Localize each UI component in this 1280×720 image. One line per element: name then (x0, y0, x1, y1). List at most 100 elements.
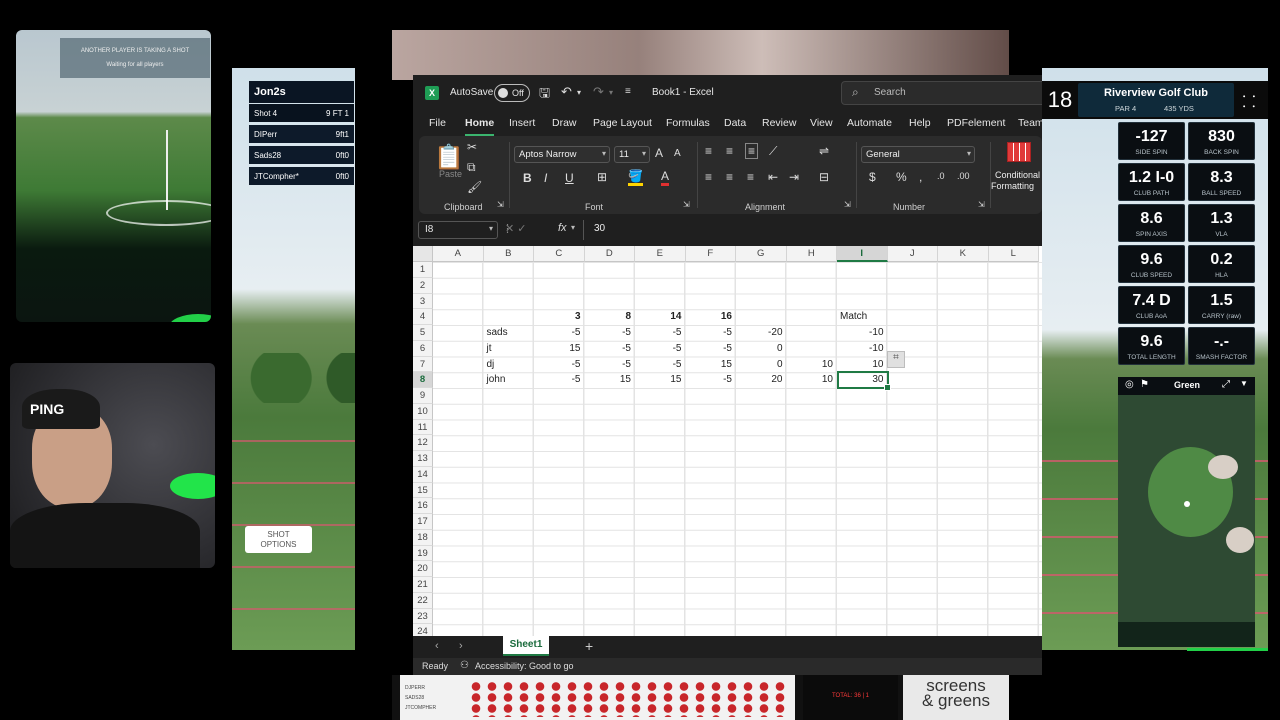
flag-icon[interactable]: ⚑ (1140, 379, 1149, 390)
cell-f8[interactable]: -5 (688, 372, 732, 388)
cell-h7[interactable]: 10 (789, 357, 833, 373)
insert-function-icon[interactable]: fx (558, 222, 567, 234)
cell-d4[interactable]: 8 (587, 309, 631, 325)
column-header-i[interactable]: I (837, 246, 888, 262)
chevron-down-icon[interactable]: ▼ (1240, 379, 1248, 388)
cell-f7[interactable]: 15 (688, 357, 732, 373)
row-header-17[interactable]: 17 (413, 514, 433, 530)
redo-icon[interactable]: ↷ (593, 84, 604, 100)
scroll-right-icon[interactable]: › (459, 640, 463, 652)
increase-decimal-icon[interactable]: .0 (937, 171, 945, 181)
autosave-toggle[interactable]: Off (494, 84, 530, 102)
chevron-down-icon[interactable]: ▾ (571, 223, 575, 232)
cell-i6[interactable]: -10 (839, 341, 883, 357)
cell-h8[interactable]: 10 (789, 372, 833, 388)
column-header-l[interactable]: L (988, 246, 1039, 262)
cell-g6[interactable]: 0 (738, 341, 783, 357)
cell-g8[interactable]: 20 (738, 372, 782, 388)
cell-f6[interactable]: -5 (688, 341, 732, 357)
align-left-icon[interactable]: ≡ (705, 170, 712, 184)
tab-page-layout[interactable]: Page Layout (593, 117, 652, 129)
row-header-23[interactable]: 23 (413, 608, 433, 625)
redo-dropdown-icon[interactable]: ▾ (609, 88, 613, 97)
sheet-tab-sheet1[interactable]: Sheet1 (503, 636, 549, 656)
italic-icon[interactable]: I (544, 171, 547, 185)
row-header-24[interactable]: 24 (413, 624, 433, 636)
decrease-decimal-icon[interactable]: .00 (957, 171, 970, 181)
column-header-k[interactable]: K (938, 246, 989, 262)
tab-home[interactable]: Home (465, 117, 495, 136)
row-header-6[interactable]: 6 (413, 340, 433, 357)
expand-icon[interactable]: ⤢ (1222, 379, 1230, 390)
underline-icon[interactable]: U (565, 171, 574, 185)
cell-d5[interactable]: -5 (587, 325, 631, 341)
dialog-launcher-icon[interactable]: ⇲ (844, 200, 851, 209)
cell-c8[interactable]: -5 (536, 372, 581, 388)
cell-c7[interactable]: -5 (536, 357, 581, 373)
column-header-b[interactable]: B (483, 246, 534, 262)
percent-icon[interactable]: % (896, 170, 907, 184)
cell-d7[interactable]: -5 (587, 357, 631, 373)
row-header-20[interactable]: 20 (413, 561, 433, 577)
add-sheet-icon[interactable]: + (585, 638, 593, 654)
increase-font-icon[interactable]: A (655, 146, 663, 160)
row-header-10[interactable]: 10 (413, 403, 433, 420)
cell-c4[interactable]: 3 (536, 309, 581, 325)
dialog-launcher-icon[interactable]: ⇲ (978, 200, 985, 209)
number-format-select[interactable]: General ▾ (861, 146, 975, 163)
format-painter-icon[interactable]: 🖌 (467, 180, 482, 194)
cell-i4[interactable]: Match (840, 309, 916, 325)
status-accessibility[interactable]: Accessibility: Good to go (475, 661, 574, 671)
cell-e5[interactable]: -5 (637, 325, 682, 341)
wrap-text-icon[interactable]: ⇌ (819, 144, 829, 158)
cell-g5[interactable]: -20 (738, 325, 782, 341)
font-color-icon[interactable]: A (661, 169, 670, 186)
tab-view[interactable]: View (810, 117, 833, 129)
cut-icon[interactable]: ✂ (467, 140, 477, 154)
row-header-16[interactable]: 16 (413, 498, 433, 514)
target-icon[interactable]: ◎ (1125, 379, 1134, 390)
customize-toolbar-icon[interactable]: ≡ (625, 86, 631, 97)
cell-f4[interactable]: 16 (688, 309, 732, 325)
row-header-15[interactable]: 15 (413, 482, 433, 499)
scroll-left-icon[interactable]: ‹ (435, 640, 439, 652)
undo-icon[interactable]: ↶ (561, 84, 572, 100)
dialog-launcher-icon[interactable]: ⇲ (497, 200, 504, 209)
increase-indent-icon[interactable]: ⇥ (789, 170, 799, 184)
row-header-9[interactable]: 9 (413, 388, 433, 404)
dialog-launcher-icon[interactable]: ⇲ (683, 200, 690, 209)
column-header-d[interactable]: D (584, 246, 635, 262)
formula-input[interactable]: 30 (594, 223, 605, 234)
comma-style-icon[interactable]: , (919, 170, 922, 184)
row-header-4[interactable]: 4 (413, 309, 433, 325)
quick-analysis-icon[interactable]: ⌗ (887, 351, 905, 368)
tab-formulas[interactable]: Formulas (666, 117, 710, 129)
font-size-select[interactable]: 11 ▾ (614, 146, 650, 163)
row-header-14[interactable]: 14 (413, 466, 433, 483)
cell-i5[interactable]: -10 (839, 325, 883, 341)
align-right-icon[interactable]: ≡ (747, 170, 754, 184)
cell-d8[interactable]: 15 (587, 372, 631, 388)
column-header-j[interactable]: J (887, 246, 938, 262)
bold-icon[interactable]: B (523, 171, 532, 185)
row-header-19[interactable]: 19 (413, 545, 433, 562)
row-header-5[interactable]: 5 (413, 325, 433, 341)
font-name-select[interactable]: Aptos Narrow ▾ (514, 146, 610, 163)
row-header-12[interactable]: 12 (413, 435, 433, 451)
orientation-icon[interactable]: ⟋ (769, 144, 777, 159)
column-header-h[interactable]: H (786, 246, 837, 262)
decrease-font-icon[interactable]: A (674, 148, 681, 159)
menu-grid-icon[interactable]: ⸬ (1234, 90, 1264, 112)
row-header-1[interactable]: 1 (413, 262, 433, 278)
align-bottom-icon[interactable]: ≡ (745, 143, 759, 159)
save-icon[interactable]: 🖫 (539, 84, 550, 106)
spreadsheet-grid[interactable]: ABCDEFGHIJKL 1 2 3 4 5 6 7 8 9 10 11 12 13 14 15 16 17 18… (413, 246, 1042, 636)
currency-icon[interactable]: $ (869, 170, 876, 184)
cell-e8[interactable]: 15 (637, 372, 681, 388)
cell-g7[interactable]: 0 (738, 357, 783, 373)
row-header-22[interactable]: 22 (413, 592, 433, 609)
column-header-f[interactable]: F (685, 246, 736, 262)
merge-center-icon[interactable]: ⊟ (819, 170, 829, 184)
paste-icon[interactable]: 📋 (434, 143, 464, 172)
row-header-13[interactable]: 13 (413, 451, 433, 467)
